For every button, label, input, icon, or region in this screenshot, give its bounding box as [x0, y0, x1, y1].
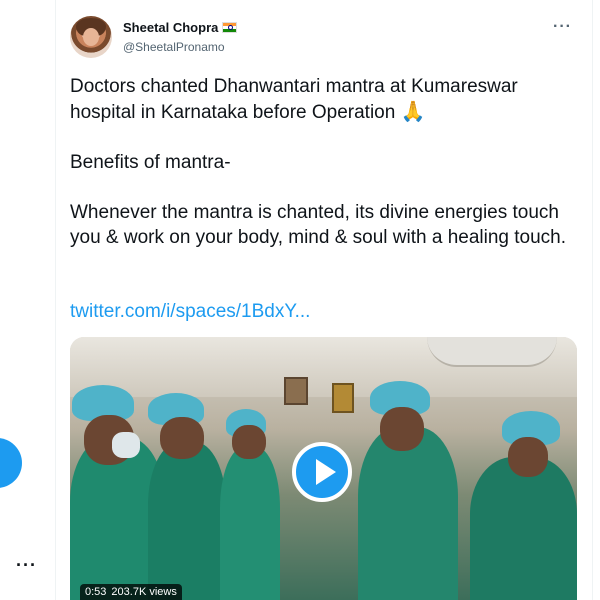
tweet-more-menu-icon[interactable]: ···	[553, 18, 572, 36]
tweet-paragraph: Whenever the mantra is chanted, its divi…	[70, 202, 567, 248]
india-flag-icon	[222, 22, 238, 33]
video-stats: 0:53 203.7K views	[80, 584, 182, 600]
tweet-detail: Sheetal Chopra @SheetalPronamo ··· Docto…	[56, 0, 593, 600]
video-views: 203.7K views	[111, 586, 177, 598]
compose-tweet-button[interactable]	[0, 438, 22, 488]
tweet-author: Sheetal Chopra @SheetalPronamo	[123, 19, 238, 54]
surgical-lamp	[427, 337, 557, 367]
tweet-paragraph: Doctors chanted Dhanwantari mantra at Ku…	[70, 76, 518, 123]
avatar[interactable]	[70, 16, 112, 58]
author-handle[interactable]: @SheetalPronamo	[123, 40, 237, 54]
wall-picture	[332, 383, 354, 413]
author-name[interactable]: Sheetal Chopra	[123, 20, 218, 35]
wall-picture	[284, 377, 308, 405]
left-navigation-rail: ···	[0, 0, 56, 600]
more-options-icon[interactable]: ···	[16, 556, 37, 574]
spaces-link[interactable]: twitter.com/i/spaces/1BdxY...	[70, 301, 310, 323]
video-player[interactable]: 0:53 203.7K views	[70, 337, 577, 600]
video-duration: 0:53	[85, 586, 107, 598]
tweet-paragraph: Benefits of mantra-	[70, 152, 231, 173]
tweet-text: Doctors chanted Dhanwantari mantra at Ku…	[70, 74, 580, 250]
play-button[interactable]	[292, 442, 352, 502]
folded-hands-icon: 🙏	[400, 99, 426, 123]
